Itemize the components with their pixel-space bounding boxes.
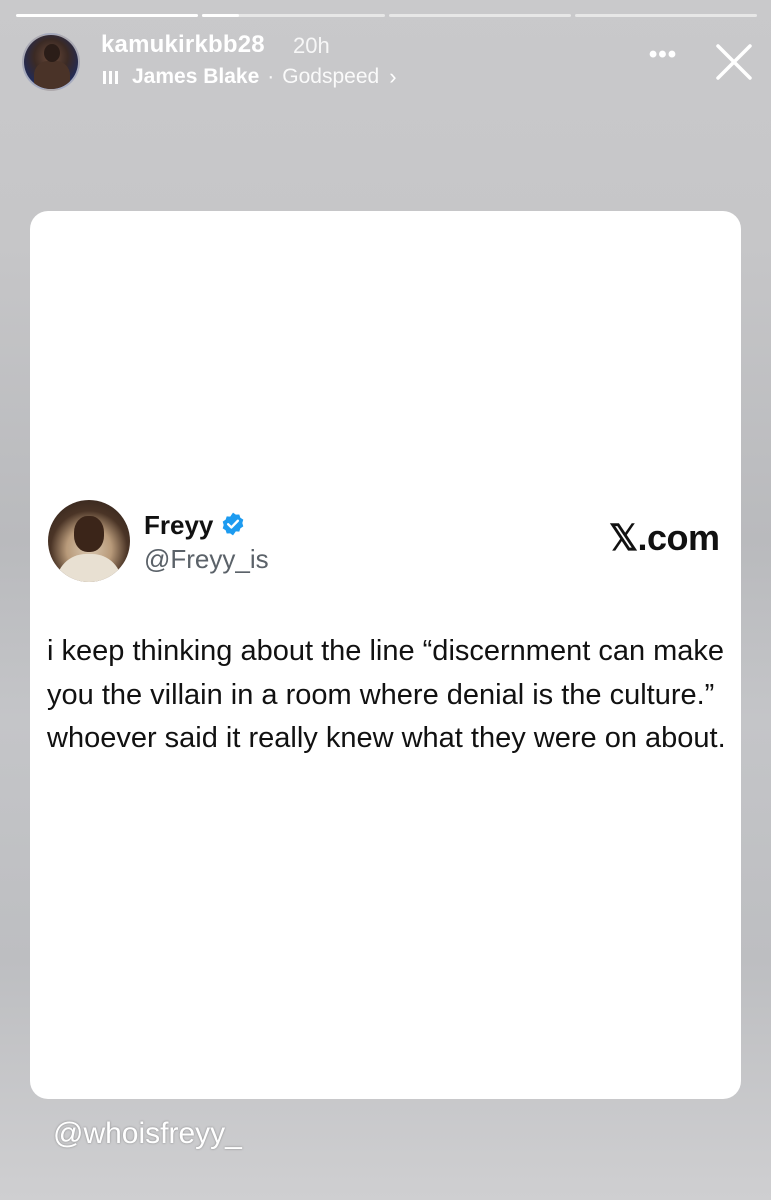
tweet-author-handle: @Freyy_is — [144, 544, 269, 574]
progress-segment — [388, 14, 571, 17]
story-timestamp: 20h — [293, 33, 330, 58]
x-logo-label: 𝕏.com — [609, 517, 720, 558]
tweet-card: Freyy @Freyy_is 𝕏.com i keep thinking ab… — [30, 211, 741, 1099]
music-artist: James Blake — [132, 65, 260, 88]
mention-sticker[interactable]: @whoisfreyy_ — [53, 1117, 242, 1151]
progress-segment — [574, 14, 757, 17]
more-options-button[interactable]: ••• — [646, 43, 680, 68]
music-attribution[interactable]: James Blake · Godspeed › — [103, 64, 397, 90]
avatar-head — [44, 44, 60, 62]
story-username[interactable]: kamukirkbb28 — [101, 31, 265, 59]
avatar-figure — [34, 61, 70, 89]
progress-segment — [202, 14, 385, 17]
verified-badge-icon — [222, 512, 244, 536]
avatar-face — [74, 516, 104, 552]
music-bars-icon — [103, 70, 118, 84]
chevron-right-icon: › — [389, 64, 397, 89]
tweet-text: i keep thinking about the line “discernm… — [47, 635, 726, 754]
music-separator: · — [267, 65, 275, 88]
avatar-shirt — [56, 554, 122, 582]
user-avatar[interactable] — [22, 33, 80, 91]
close-icon[interactable] — [714, 42, 754, 82]
tweet-author-name: Freyy — [144, 510, 214, 540]
story-progress-bar — [16, 14, 757, 18]
music-song: Godspeed — [282, 65, 380, 88]
tweet-author-avatar — [48, 500, 130, 582]
progress-segment — [16, 14, 199, 17]
